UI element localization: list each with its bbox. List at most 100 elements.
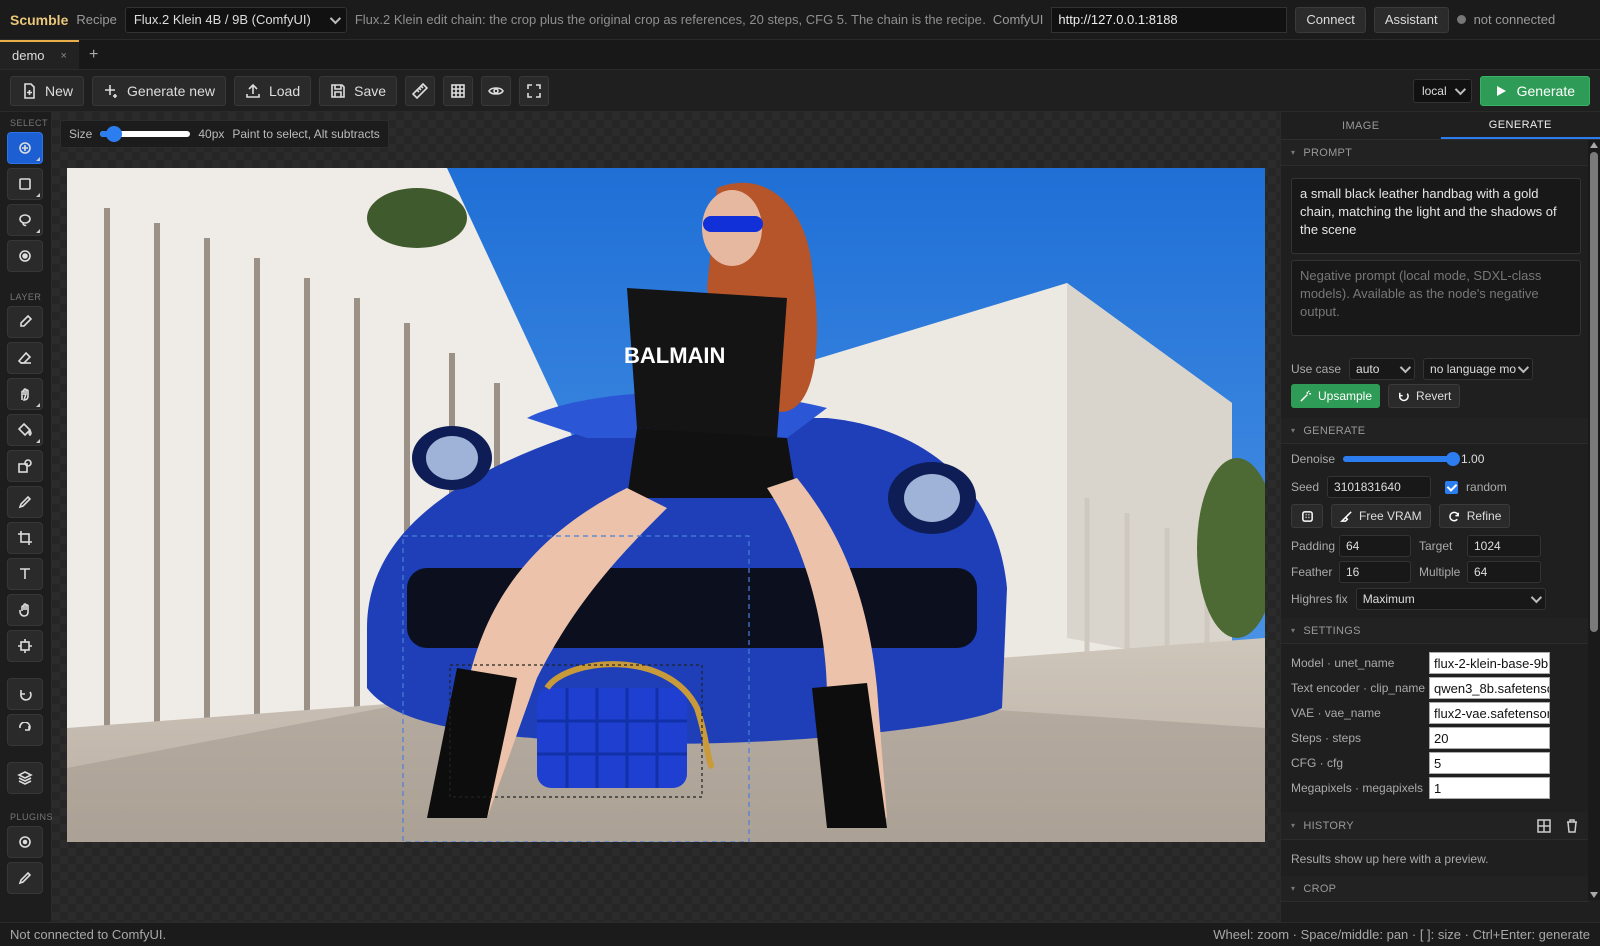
language-model-select[interactable]: no language mo <box>1423 358 1534 380</box>
text-icon <box>20 568 30 579</box>
plugin-pencil-tool[interactable] <box>7 862 43 894</box>
recipe-label: Recipe <box>76 12 117 27</box>
tab-demo[interactable]: demo × <box>0 40 79 69</box>
megapixels-input[interactable]: 1 <box>1429 777 1550 799</box>
fit-view-button[interactable] <box>519 75 550 106</box>
free-vram-button[interactable]: Free VRAM <box>1331 504 1431 528</box>
denoise-slider[interactable] <box>1343 452 1461 466</box>
plugin-target-tool[interactable] <box>7 826 43 858</box>
highres-select[interactable]: Maximum <box>1355 588 1546 610</box>
submenu-indicator <box>36 403 40 407</box>
backend-select[interactable]: local <box>1412 78 1472 103</box>
fill-tool[interactable] <box>7 414 43 446</box>
vae-input[interactable]: flux2-vae.safetensors <box>1429 702 1550 724</box>
prompt-section-title: PROMPT <box>1303 146 1353 159</box>
shape-tool[interactable] <box>7 450 43 482</box>
scroll-up-icon[interactable] <box>1590 142 1598 148</box>
chevron-down-icon <box>1399 361 1412 374</box>
cfg-input[interactable]: 5 <box>1429 752 1550 774</box>
layers-button[interactable] <box>7 762 43 794</box>
setting-label: Text encoder · clip_name <box>1291 681 1426 695</box>
denoise-knob[interactable] <box>1446 452 1461 466</box>
mask-options-button[interactable] <box>1291 504 1323 528</box>
canvas-image[interactable]: BALMAIN <box>67 168 1265 842</box>
assistant-button[interactable]: Assistant <box>1373 6 1449 33</box>
settings-row: Model · unet_name <box>1291 652 1394 674</box>
settings-section-header[interactable]: ▾ SETTINGS <box>1281 618 1589 644</box>
crop-transform-icon <box>18 531 32 545</box>
recipe-select-value: Flux.2 Klein 4B / 9B (ComfyUI) <box>133 12 311 27</box>
scroll-thumb[interactable] <box>1590 152 1598 632</box>
fit-canvas-tool[interactable] <box>7 630 43 662</box>
connect-button[interactable]: Connect <box>1295 6 1366 33</box>
smudge-tool[interactable] <box>7 378 43 410</box>
panel-scrollbar[interactable] <box>1588 140 1600 900</box>
generate-new-button[interactable]: Generate new <box>92 75 226 106</box>
generate-button[interactable]: Generate <box>1479 75 1590 106</box>
target-input[interactable]: 1024 <box>1467 535 1541 557</box>
recipe-select[interactable]: Flux.2 Klein 4B / 9B (ComfyUI) <box>124 6 347 33</box>
text-tool[interactable] <box>7 558 43 590</box>
scroll-down-icon[interactable] <box>1590 892 1598 898</box>
new-button[interactable]: New <box>10 75 85 106</box>
brush-tool[interactable] <box>7 306 43 338</box>
load-button[interactable]: Load <box>233 75 312 106</box>
denoise-label: Denoise <box>1291 452 1336 466</box>
random-seed-checkbox[interactable] <box>1445 480 1459 494</box>
pencil-icon <box>18 495 32 509</box>
settings-row: VAE · vae_name <box>1291 702 1381 724</box>
prompt-section-header[interactable]: ▾ PROMPT <box>1281 140 1600 166</box>
pencil-tool[interactable] <box>7 486 43 518</box>
random-label: random <box>1466 480 1507 494</box>
undo-button[interactable] <box>7 678 43 710</box>
history-section-header[interactable]: ▾ HISTORY <box>1281 812 1589 840</box>
pan-tool[interactable] <box>7 594 43 626</box>
feather-label: Feather <box>1291 565 1333 579</box>
free-vram-label: Free VRAM <box>1359 509 1422 523</box>
preview-toggle-button[interactable] <box>481 75 512 106</box>
lasso-tool[interactable] <box>7 204 43 236</box>
object-select-tool[interactable] <box>7 240 43 272</box>
trash-icon[interactable] <box>1565 818 1579 833</box>
multiple-input[interactable]: 64 <box>1467 561 1541 583</box>
refine-label: Refine <box>1466 509 1502 523</box>
prompt-actions-row: Upsample Revert <box>1291 384 1461 408</box>
tools-row: Free VRAM Refine <box>1291 504 1511 528</box>
steps-input[interactable]: 20 <box>1429 727 1550 749</box>
feather-input[interactable]: 16 <box>1339 561 1411 583</box>
save-button[interactable]: Save <box>319 75 398 106</box>
ruler-button[interactable] <box>405 75 436 106</box>
grid-view-icon[interactable] <box>1537 818 1551 833</box>
generate-section-header[interactable]: ▾ GENERATE <box>1281 418 1589 444</box>
tab-generate[interactable]: GENERATE <box>1440 112 1600 139</box>
upsample-button[interactable]: Upsample <box>1291 384 1381 408</box>
seed-input[interactable]: 3101831640 <box>1327 476 1432 498</box>
add-tab-button[interactable]: + <box>79 40 108 69</box>
rect-select-tool[interactable] <box>7 168 43 200</box>
redo-button[interactable] <box>7 714 43 746</box>
prompt-input[interactable]: a small black leather handbag with a gol… <box>1291 178 1581 254</box>
model-input[interactable]: flux-2-klein-base-9b <box>1429 652 1550 674</box>
crop-section-header[interactable]: ▾ CROP <box>1281 876 1589 902</box>
grid-button[interactable] <box>443 75 474 106</box>
pencil-icon <box>18 871 32 885</box>
padding-input[interactable]: 64 <box>1339 535 1411 557</box>
use-case-select[interactable]: auto <box>1349 358 1416 380</box>
text-encoder-input[interactable]: qwen3_8b.safetensors <box>1429 677 1550 699</box>
canvas-area[interactable]: Size 40px Paint to select, Alt subtracts <box>52 112 1280 922</box>
setting-label: VAE · vae_name <box>1291 706 1381 720</box>
eraser-tool[interactable] <box>7 342 43 374</box>
refine-button[interactable]: Refine <box>1438 504 1511 528</box>
generate-new-label: Generate new <box>127 82 215 99</box>
select-brush-tool[interactable] <box>7 132 43 164</box>
brush-size-knob[interactable] <box>105 126 122 142</box>
magic-wand-icon <box>1300 389 1312 402</box>
highres-row: Highres fix Maximum <box>1291 588 1546 610</box>
brush-size-slider[interactable] <box>100 126 191 142</box>
tab-image[interactable]: IMAGE <box>1281 112 1441 139</box>
transform-tool[interactable] <box>7 522 43 554</box>
negative-prompt-input[interactable]: Negative prompt (local mode, SDXL-class … <box>1291 260 1581 336</box>
revert-button[interactable]: Revert <box>1388 384 1461 408</box>
comfyui-url-input[interactable]: http://127.0.0.1:8188 <box>1051 6 1288 33</box>
close-icon[interactable]: × <box>61 50 67 62</box>
